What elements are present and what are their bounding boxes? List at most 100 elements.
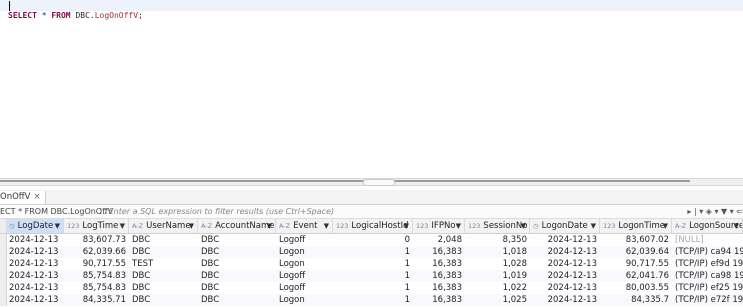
cell-sessionno[interactable]: 1,018 — [465, 246, 530, 258]
column-header-logondate[interactable]: ◷ LogonDate ▼ — [530, 219, 600, 233]
cell-username[interactable]: TEST — [129, 258, 198, 270]
cell-username[interactable]: DBC — [129, 246, 198, 258]
cell-logicalhostid[interactable]: 1 — [333, 246, 413, 258]
sort-dropdown-icon[interactable]: ▼ — [734, 219, 739, 233]
cell-ifpno[interactable]: 16,383 — [413, 294, 465, 306]
cell-sessionno[interactable]: 1,019 — [465, 270, 530, 282]
cell-logtime[interactable]: 83,607.73 — [64, 234, 129, 246]
column-header-event[interactable]: A-Z Event ▼ — [276, 219, 333, 233]
sort-dropdown-icon[interactable]: ▼ — [456, 219, 461, 233]
sort-dropdown-icon[interactable]: ▼ — [120, 219, 125, 233]
column-header-accountname[interactable]: A-Z AccountName ▼ — [198, 219, 276, 233]
cell-logdate[interactable]: 2024-12-13 — [6, 294, 64, 306]
cell-accountname[interactable]: DBC — [198, 294, 276, 306]
cell-username[interactable]: DBC — [129, 282, 198, 294]
cell-event[interactable]: Logon — [276, 246, 333, 258]
cell-username[interactable]: DBC — [129, 234, 198, 246]
cell-logontime[interactable]: 62,041.76 — [600, 270, 672, 282]
table-row[interactable]: 2024-12-13 85,754.83 DBC DBC Logoff 1 16,383 1,… — [0, 270, 743, 282]
sort-dropdown-icon[interactable]: ▼ — [404, 219, 409, 233]
cell-logontime[interactable]: 90,717.55 — [600, 258, 672, 270]
cell-username[interactable]: DBC — [129, 294, 198, 306]
cell-event[interactable]: Logoff — [276, 234, 333, 246]
column-header-ifpno[interactable]: 123 IFPNo ▼ — [413, 219, 465, 233]
sql-editor[interactable]: SELECT * FROM DBC.LogOnOffV; — [0, 0, 743, 178]
column-header-logicalhostid[interactable]: 123 LogicalHostId ▼ — [333, 219, 413, 233]
sort-dropdown-icon[interactable]: ▼ — [267, 219, 272, 233]
sort-dropdown-icon[interactable]: ▼ — [663, 219, 668, 233]
table-row[interactable]: 2024-12-13 90,717.55 TEST DBC Logon 1 16,383 1,… — [0, 258, 743, 270]
sql-statement[interactable]: SELECT * FROM DBC.LogOnOffV; — [8, 11, 143, 20]
cell-logonsource[interactable]: (TCP/IP) ca98 192.1 — [672, 270, 743, 282]
cell-sessionno[interactable]: 8,350 — [465, 234, 530, 246]
cell-logdate[interactable]: 2024-12-13 — [6, 282, 64, 294]
cell-logontime[interactable]: 80,003.55 — [600, 282, 672, 294]
cell-logontime[interactable]: 84,335.7 — [600, 294, 672, 306]
cell-ifpno[interactable]: 16,383 — [413, 270, 465, 282]
cell-logicalhostid[interactable]: 1 — [333, 270, 413, 282]
column-header-logtime[interactable]: 123 LogTime ▼ — [64, 219, 129, 233]
table-row[interactable]: 2024-12-13 84,335.71 DBC DBC Logon 1 16,383 1,0… — [0, 294, 743, 306]
sort-dropdown-icon[interactable]: ▼ — [55, 219, 60, 233]
table-row[interactable]: 2024-12-13 83,607.73 DBC DBC Logoff 0 2,048 8,3… — [0, 234, 743, 246]
column-header-logdate[interactable]: ◷ LogDate ▼ — [6, 219, 64, 233]
cell-logicalhostid[interactable]: 1 — [333, 294, 413, 306]
cell-ifpno[interactable]: 2,048 — [413, 234, 465, 246]
cell-accountname[interactable]: DBC — [198, 246, 276, 258]
cell-ifpno[interactable]: 16,383 — [413, 258, 465, 270]
cell-logonsource[interactable]: (TCP/IP) ca94 192.1 — [672, 246, 743, 258]
splitter-grip-icon[interactable] — [363, 179, 395, 186]
cell-logondate[interactable]: 2024-12-13 — [530, 258, 600, 270]
sort-dropdown-icon[interactable]: ▼ — [189, 219, 194, 233]
cell-logontime[interactable]: 83,607.02 — [600, 234, 672, 246]
sort-dropdown-icon[interactable]: ▼ — [521, 219, 526, 233]
cell-accountname[interactable]: DBC — [198, 270, 276, 282]
column-header-logonsource[interactable]: A-Z LogonSource ▼ — [672, 219, 743, 233]
cell-accountname[interactable]: DBC — [198, 282, 276, 294]
cell-event[interactable]: Logoff — [276, 282, 333, 294]
cell-logtime[interactable]: 85,754.83 — [64, 282, 129, 294]
cell-logtime[interactable]: 90,717.55 — [64, 258, 129, 270]
sort-dropdown-icon[interactable]: ▼ — [324, 219, 329, 233]
expand-icon[interactable]: ⛶ — [100, 207, 106, 216]
cell-logontime[interactable]: 62,039.64 — [600, 246, 672, 258]
cell-logicalhostid[interactable]: 1 — [333, 258, 413, 270]
cell-ifpno[interactable]: 16,383 — [413, 282, 465, 294]
cell-ifpno[interactable]: 16,383 — [413, 246, 465, 258]
cell-logtime[interactable]: 84,335.71 — [64, 294, 129, 306]
table-row[interactable]: 2024-12-13 62,039.66 DBC DBC Logon 1 16,383 1,0… — [0, 246, 743, 258]
cell-logtime[interactable]: 62,039.66 — [64, 246, 129, 258]
cell-event[interactable]: Logon — [276, 258, 333, 270]
cell-logonsource[interactable]: [NULL] — [672, 234, 743, 246]
cell-logonsource[interactable]: (TCP/IP) ef9d 192.1 — [672, 258, 743, 270]
cell-logdate[interactable]: 2024-12-13 — [6, 246, 64, 258]
cell-logicalhostid[interactable]: 1 — [333, 282, 413, 294]
horizontal-scrollbar[interactable] — [0, 180, 690, 182]
column-header-logontime[interactable]: 123 LogonTime ▼ — [600, 219, 672, 233]
cell-logondate[interactable]: 2024-12-13 — [530, 270, 600, 282]
cell-logondate[interactable]: 2024-12-13 — [530, 246, 600, 258]
cell-accountname[interactable]: DBC — [198, 258, 276, 270]
cell-logonsource[interactable]: (TCP/IP) ef25 192.1 — [672, 282, 743, 294]
cell-sessionno[interactable]: 1,028 — [465, 258, 530, 270]
table-row[interactable]: 2024-12-13 85,754.83 DBC DBC Logoff 1 16,383 1,… — [0, 282, 743, 294]
cell-logdate[interactable]: 2024-12-13 — [6, 258, 64, 270]
cell-sessionno[interactable]: 1,025 — [465, 294, 530, 306]
cell-logdate[interactable]: 2024-12-13 — [6, 234, 64, 246]
cell-logondate[interactable]: 2024-12-13 — [530, 234, 600, 246]
tab-results[interactable]: OnOffV × — [0, 191, 46, 204]
cell-logtime[interactable]: 85,754.83 — [64, 270, 129, 282]
cell-logondate[interactable]: 2024-12-13 — [530, 282, 600, 294]
filter-input[interactable]: ⛶ Enter a SQL expression to filter result… — [100, 205, 334, 218]
cell-event[interactable]: Logon — [276, 294, 333, 306]
sort-dropdown-icon[interactable]: ▼ — [591, 219, 596, 233]
cell-event[interactable]: Logoff — [276, 270, 333, 282]
cell-logdate[interactable]: 2024-12-13 — [6, 270, 64, 282]
cell-logonsource[interactable]: (TCP/IP) e72f 192.1 — [672, 294, 743, 306]
cell-username[interactable]: DBC — [129, 270, 198, 282]
column-header-sessionno[interactable]: 123 SessionNo ▼ — [465, 219, 530, 233]
cell-accountname[interactable]: DBC — [198, 234, 276, 246]
close-icon[interactable]: × — [33, 192, 40, 202]
panel-splitter[interactable] — [0, 178, 743, 186]
filter-tools[interactable]: ▸ | ▾ ◈ ▾ ▼ ▾ ⇐ — [687, 205, 743, 218]
